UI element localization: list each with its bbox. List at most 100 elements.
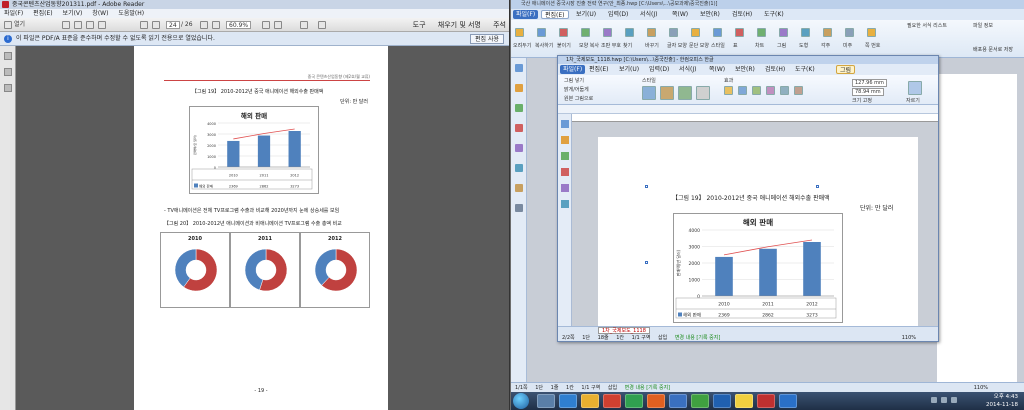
ribbon-tool-label[interactable]: 각주 (821, 42, 830, 49)
ribbon-tool-icon[interactable] (867, 28, 876, 37)
width-input[interactable]: 127.96 mm (852, 79, 887, 87)
prev-page-icon[interactable] (140, 21, 148, 29)
zoom-out-icon[interactable] (200, 21, 208, 29)
ribbon-tool-icon[interactable] (559, 28, 568, 37)
fit-page-icon[interactable] (262, 21, 270, 29)
menu-edit[interactable]: 편집(E) (33, 10, 53, 17)
ribbon-tool-icon[interactable] (691, 28, 700, 37)
document-tab[interactable]: 1차_국제보도_1118 (598, 327, 650, 334)
menu-view[interactable]: 보기(V) (63, 10, 83, 17)
ribbon-tool-icon[interactable] (801, 28, 810, 37)
ribbon-tool-icon[interactable] (647, 28, 656, 37)
comment-button[interactable]: 주석 (493, 21, 506, 29)
front-nav-icon[interactable] (561, 120, 569, 128)
open-folder-icon[interactable] (4, 21, 12, 29)
ribbon-tool-label[interactable]: 차트 (755, 42, 764, 49)
wrap-icon[interactable] (794, 86, 803, 95)
ribbon-tool-icon[interactable] (713, 28, 722, 37)
front-tab-review[interactable]: 검토(H) (762, 65, 788, 74)
resize-handle[interactable] (816, 185, 819, 188)
chrome-taskbar-icon[interactable] (625, 394, 643, 408)
front-tab-security[interactable]: 보안(R) (732, 65, 758, 74)
hwp-tab-insert[interactable]: 입력(D) (605, 10, 631, 19)
effect-reflect-icon[interactable] (766, 86, 775, 95)
front-tab-view[interactable]: 보기(U) (616, 65, 642, 74)
ribbon-save-distribution[interactable]: 배포용 문서로 저장 (973, 46, 1013, 53)
explorer-taskbar-icon[interactable] (537, 394, 555, 408)
clipboard-icon[interactable] (515, 104, 523, 112)
horizontal-ruler[interactable] (572, 114, 938, 122)
front-tab-page[interactable]: 쪽(W) (706, 65, 728, 74)
front-bookmark-icon[interactable] (561, 136, 569, 144)
ie-taskbar-icon[interactable] (559, 394, 577, 408)
tray-volume-icon[interactable] (941, 397, 947, 403)
ribbon-tool-icon[interactable] (537, 28, 546, 37)
bookmarks-icon[interactable] (4, 68, 12, 76)
ribbon-tool-label[interactable]: 스타일 (711, 42, 725, 49)
ribbon-tool-label[interactable]: 쪽 번호 (865, 42, 880, 49)
next-page-icon[interactable] (152, 21, 160, 29)
history-icon[interactable] (515, 124, 523, 132)
size-lock-checkbox[interactable]: 크기 고정 (852, 97, 872, 104)
hwp-tab-file[interactable]: 파일(F) (513, 10, 539, 19)
ribbon-tool-icon[interactable] (603, 28, 612, 37)
nav-icon[interactable] (515, 64, 523, 72)
memo-icon[interactable] (515, 184, 523, 192)
front-status-change-log[interactable]: 변경 내용 [기록 중지] (675, 335, 720, 341)
ribbon-tool-icon[interactable] (669, 28, 678, 37)
front-clipboard-icon[interactable] (561, 152, 569, 160)
resize-handle[interactable] (645, 185, 648, 188)
page-number-input[interactable]: 24 (166, 21, 180, 29)
front-tab-insert[interactable]: 입력(D) (646, 65, 672, 74)
front-style-icon[interactable] (561, 184, 569, 192)
ribbon-tool-icon[interactable] (779, 28, 788, 37)
ribbon-tool-icon[interactable] (757, 28, 766, 37)
reader-taskbar-icon[interactable] (757, 394, 775, 408)
resize-handle[interactable] (645, 261, 648, 264)
front-tab-tools[interactable]: 도구(K) (792, 65, 818, 74)
ribbon-tool-label[interactable]: 모양 복사 (579, 42, 599, 49)
height-input[interactable]: 78.94 mm (852, 88, 884, 96)
fit-width-icon[interactable] (274, 21, 282, 29)
picture-style-4-icon[interactable] (696, 86, 710, 100)
word-taskbar-icon[interactable] (669, 394, 687, 408)
front-status-zoom[interactable]: 110% (902, 334, 916, 341)
front-status-insert[interactable]: 삽입 (658, 335, 667, 341)
picture-style-1-icon[interactable] (642, 86, 656, 100)
menu-window[interactable]: 창(W) (92, 10, 108, 17)
ribbon-tool-label[interactable]: 찾기 (623, 42, 632, 49)
ribbon-tool-label[interactable]: 문단 모양 (689, 42, 709, 49)
effect-glow-icon[interactable] (738, 86, 747, 95)
zoom-in-icon[interactable] (212, 21, 220, 29)
front-history-icon[interactable] (561, 168, 569, 176)
excel-taskbar-icon[interactable] (691, 394, 709, 408)
color-icon[interactable] (780, 86, 789, 95)
enable-editing-button[interactable]: 편집 사용 (470, 34, 504, 44)
create-icon[interactable] (62, 21, 70, 29)
ribbon-tool-label[interactable]: 조판 부호 (601, 42, 621, 49)
picture-insert-button[interactable]: 그림 넣기 (564, 77, 584, 84)
front-outline-icon[interactable] (561, 200, 569, 208)
bookmark-icon[interactable] (515, 84, 523, 92)
email-icon[interactable] (98, 21, 106, 29)
attachments-icon[interactable] (4, 84, 12, 92)
crop-icon[interactable] (908, 81, 922, 95)
picture-style-3-icon[interactable] (678, 86, 692, 100)
tray-flag-icon[interactable] (951, 397, 957, 403)
hwp-tab-format[interactable]: 서식(J) (637, 10, 661, 19)
fill-sign-button[interactable]: 채우기 및 서명 (438, 21, 481, 29)
front-tab-file[interactable]: 파일(F) (560, 65, 586, 74)
page-thumbnails-icon[interactable] (4, 52, 12, 60)
hwp-tab-edit[interactable]: 편집(E) (541, 10, 569, 19)
hwp-taskbar-icon[interactable] (713, 394, 731, 408)
ribbon-tool-icon[interactable] (581, 28, 590, 37)
open-button[interactable]: 열기 (14, 21, 25, 29)
save-icon[interactable] (74, 21, 82, 29)
menu-file[interactable]: 파일(F) (4, 10, 23, 17)
effect-shadow-icon[interactable] (724, 86, 733, 95)
ribbon-tool-label[interactable]: 표 (733, 42, 738, 49)
ribbon-tool-label[interactable]: 그림 (777, 42, 786, 49)
front-tab-picture[interactable]: 그림 (836, 65, 856, 74)
ribbon-tool-icon[interactable] (625, 28, 634, 37)
effect-soft-edge-icon[interactable] (752, 86, 761, 95)
